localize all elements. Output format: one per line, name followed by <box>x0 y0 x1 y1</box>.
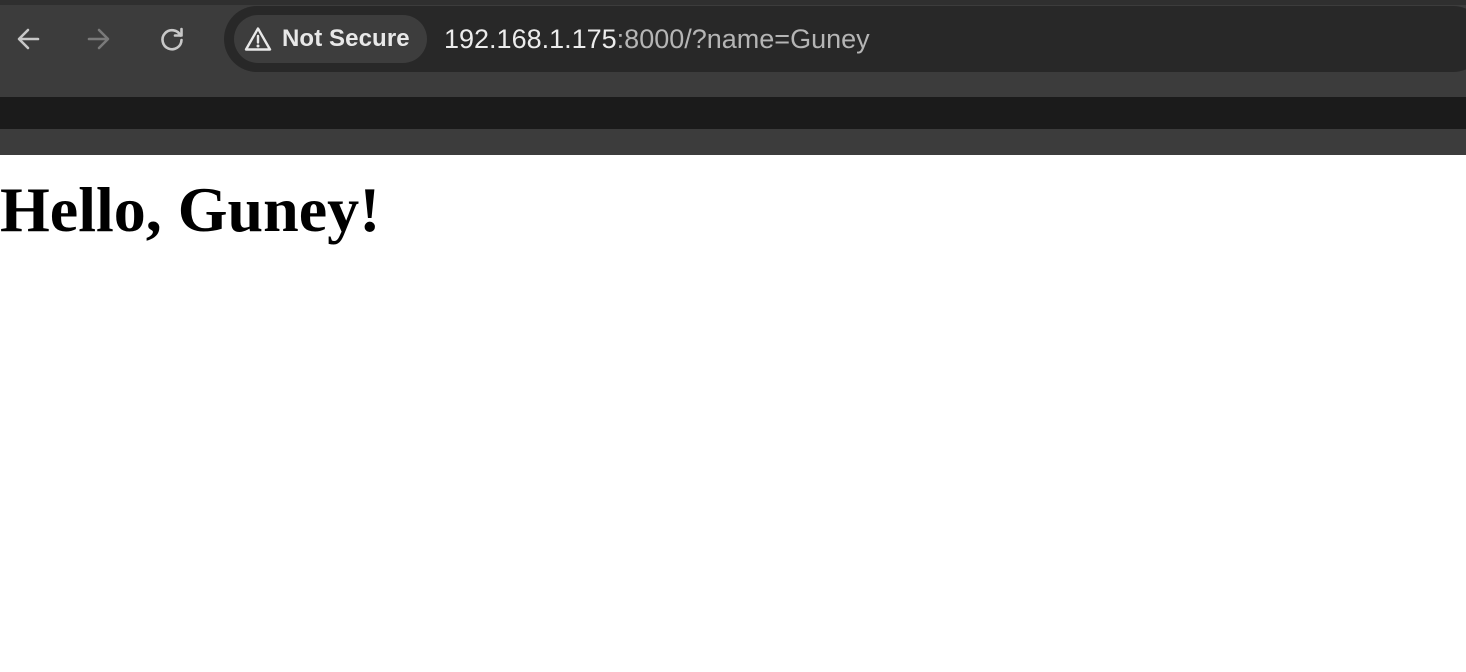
reload-icon <box>161 27 183 51</box>
toolbar-bottom-strip <box>0 129 1466 155</box>
browser-toolbar: Not Secure 192.168.1.175:8000/?name=Gune… <box>0 0 1466 97</box>
security-label: Not Secure <box>282 25 410 52</box>
url-host: 192.168.1.175 <box>444 24 617 54</box>
warning-triangle-icon <box>244 25 272 53</box>
url-text[interactable]: 192.168.1.175:8000/?name=Guney <box>444 23 870 55</box>
url-path: :8000/?name=Guney <box>616 24 870 54</box>
security-indicator[interactable]: Not Secure <box>234 15 427 63</box>
back-button[interactable] <box>8 20 48 58</box>
arrow-right-icon <box>87 28 110 50</box>
page-heading: Hello, Guney! <box>0 174 381 245</box>
forward-button[interactable] <box>79 20 119 58</box>
arrow-left-icon <box>17 28 40 50</box>
bookmarks-bar <box>0 97 1466 129</box>
reload-button[interactable] <box>152 20 192 58</box>
page-content: Hello, Guney! <box>0 155 1466 672</box>
address-bar[interactable]: Not Secure 192.168.1.175:8000/?name=Gune… <box>224 6 1466 72</box>
tab-strip-edge <box>0 0 1466 5</box>
